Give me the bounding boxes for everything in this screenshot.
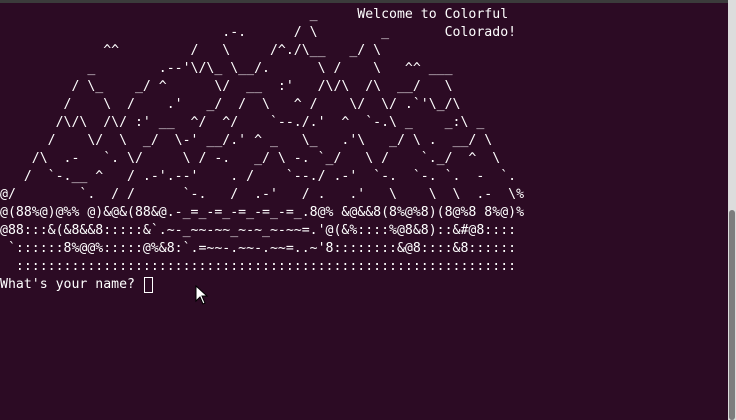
text-cursor-icon	[143, 277, 153, 293]
mouse-pointer-icon	[195, 285, 209, 305]
prompt-text: What's your name?	[0, 277, 143, 292]
scrollbar-thumb[interactable]	[729, 210, 735, 420]
terminal-window[interactable]: _ Welcome to Colorful .-. / \ _ Colorado…	[0, 0, 728, 420]
ascii-art-output: _ Welcome to Colorful .-. / \ _ Colorado…	[0, 7, 525, 274]
prompt-line[interactable]: What's your name?	[0, 276, 153, 294]
vertical-scrollbar[interactable]	[728, 0, 736, 420]
